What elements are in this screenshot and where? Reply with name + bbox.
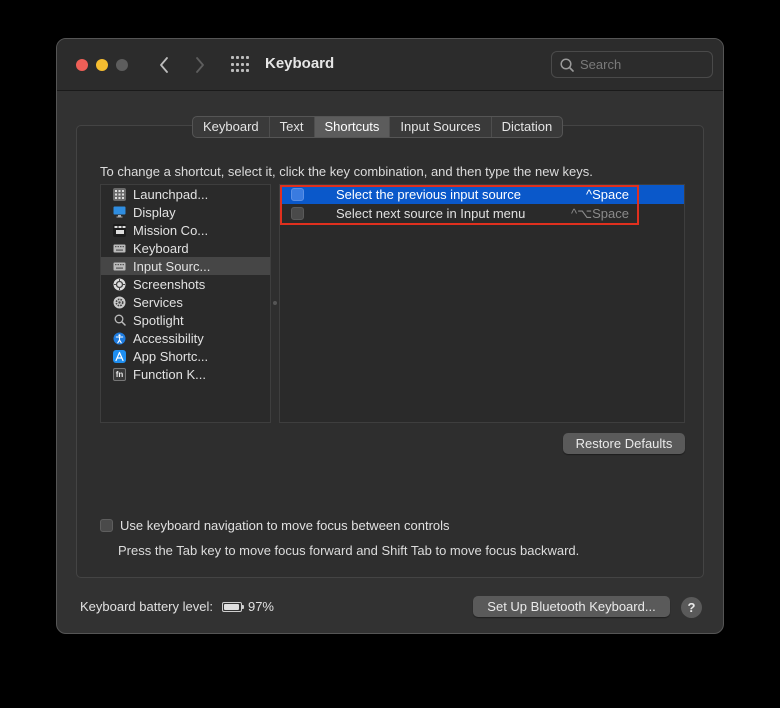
keyboard-preferences-window: Keyboard Keyboard Text Shortcuts Input S… [56, 38, 724, 634]
tab-input-sources[interactable]: Input Sources [390, 117, 492, 137]
category-function-keys[interactable]: fn Function K... [101, 365, 270, 383]
category-app-shortcuts[interactable]: App Shortc... [101, 347, 270, 365]
category-screenshots[interactable]: Screenshots [101, 275, 270, 293]
search-field[interactable] [551, 51, 713, 78]
keyboard-navigation-help-text: Press the Tab key to move focus forward … [118, 543, 580, 558]
category-label: App Shortc... [133, 348, 209, 364]
keyboard-navigation-option[interactable]: Use keyboard navigation to move focus be… [100, 518, 450, 533]
shortcut-list: Select the previous input source ^Space … [279, 184, 685, 423]
category-spotlight[interactable]: Spotlight [101, 311, 270, 329]
tab-text[interactable]: Text [270, 117, 315, 137]
category-mission-control[interactable]: Mission Co... [101, 221, 270, 239]
category-label: Accessibility [133, 330, 204, 346]
category-accessibility[interactable]: Accessibility [101, 329, 270, 347]
screenshots-icon [113, 278, 126, 291]
shortcut-enable-checkbox[interactable] [291, 188, 304, 201]
shortcut-category-list: Launchpad... Display Mission Co... Keybo… [100, 184, 271, 423]
list-splitter-handle[interactable] [273, 301, 277, 305]
input-sources-icon [113, 260, 126, 273]
instruction-text: To change a shortcut, select it, click t… [100, 164, 593, 179]
restore-defaults-button[interactable]: Restore Defaults [563, 433, 685, 454]
shortcut-row[interactable]: Select the previous input source ^Space [280, 185, 684, 204]
shortcut-key-combination[interactable]: ^Space [586, 187, 629, 202]
app-shortcuts-icon [113, 349, 126, 363]
window-title: Keyboard [265, 55, 335, 72]
category-display[interactable]: Display [101, 203, 270, 221]
tab-shortcuts[interactable]: Shortcuts [314, 117, 391, 137]
launchpad-icon [113, 187, 126, 201]
forward-button[interactable] [190, 53, 210, 77]
category-keyboard[interactable]: Keyboard [101, 239, 270, 257]
shortcut-enable-checkbox[interactable] [291, 207, 304, 220]
chevron-right-icon [196, 57, 204, 73]
tab-bar: Keyboard Text Shortcuts Input Sources Di… [192, 116, 564, 138]
setup-bluetooth-keyboard-button[interactable]: Set Up Bluetooth Keyboard... [473, 596, 670, 617]
category-label: Launchpad... [133, 186, 209, 202]
accessibility-icon [113, 332, 126, 345]
search-icon [560, 57, 574, 72]
tab-dictation[interactable]: Dictation [492, 117, 563, 137]
keyboard-navigation-checkbox[interactable] [100, 519, 113, 532]
battery-icon [221, 601, 244, 612]
help-button[interactable]: ? [681, 597, 702, 618]
shortcut-label: Select next source in Input menu [336, 206, 526, 221]
shortcut-key-combination[interactable]: ^⌥Space [571, 206, 629, 222]
battery-label: Keyboard battery level: [80, 599, 213, 614]
back-button[interactable] [154, 53, 174, 77]
category-label: Input Sourc... [133, 258, 211, 274]
title-bar: Keyboard [57, 39, 723, 91]
fn-key-icon: fn [113, 367, 126, 381]
mission-control-icon [113, 223, 126, 237]
category-label: Mission Co... [133, 222, 209, 238]
battery-level: 97% [247, 599, 274, 614]
category-label: Screenshots [133, 276, 206, 292]
chevron-left-icon [160, 57, 168, 73]
close-window-button[interactable] [76, 59, 88, 71]
shortcut-label: Select the previous input source [336, 187, 521, 202]
category-label: Services [133, 294, 183, 310]
category-label: Display [133, 204, 176, 220]
battery-status: Keyboard battery level: 97% [80, 599, 274, 614]
services-gear-icon [113, 296, 126, 309]
zoom-window-button[interactable] [116, 59, 128, 71]
category-label: Function K... [133, 366, 206, 382]
category-label: Keyboard [133, 240, 189, 256]
show-all-grid-icon[interactable] [231, 56, 249, 74]
minimize-window-button[interactable] [96, 59, 108, 71]
display-icon [113, 206, 126, 219]
category-services[interactable]: Services [101, 293, 270, 311]
spotlight-search-icon [113, 314, 126, 327]
tab-keyboard[interactable]: Keyboard [193, 117, 270, 137]
category-label: Spotlight [133, 312, 184, 328]
keyboard-navigation-label: Use keyboard navigation to move focus be… [120, 518, 450, 533]
keyboard-icon [113, 242, 126, 255]
shortcut-row[interactable]: Select next source in Input menu ^⌥Space [280, 204, 684, 223]
category-input-sources[interactable]: Input Sourc... [101, 257, 270, 275]
category-launchpad[interactable]: Launchpad... [101, 185, 270, 203]
search-input[interactable] [580, 57, 700, 72]
